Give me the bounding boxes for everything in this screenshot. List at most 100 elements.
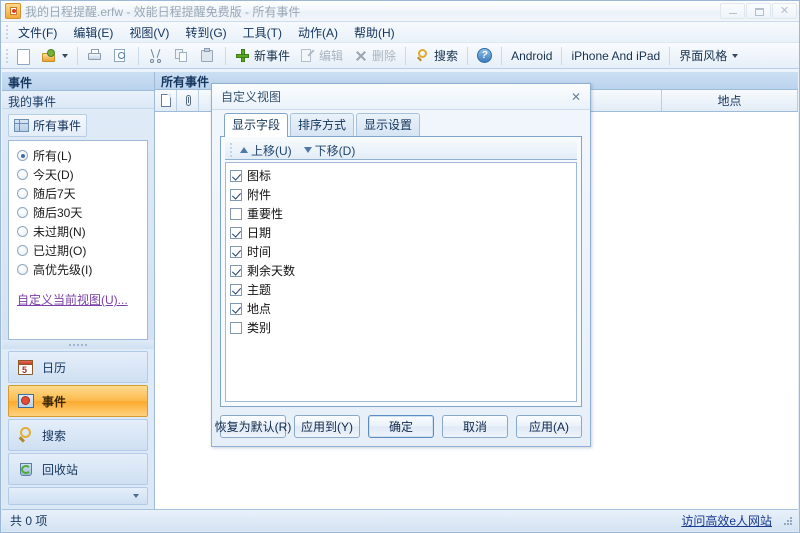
- field-label: 主题: [247, 283, 272, 297]
- new-event-button[interactable]: 新事件: [230, 46, 295, 66]
- sidebar-item-events[interactable]: 事件: [8, 385, 148, 417]
- sidebar-item-search[interactable]: 搜索: [8, 419, 148, 451]
- customize-current-view-link[interactable]: 自定义当前视图(U)...: [17, 293, 128, 307]
- new-file-button[interactable]: [10, 46, 36, 66]
- menu-edit[interactable]: 编辑(E): [65, 22, 121, 43]
- apply-to-button[interactable]: 应用到(Y): [294, 415, 360, 438]
- close-button[interactable]: ✕: [772, 3, 797, 19]
- list-item[interactable]: 重要性: [230, 204, 576, 223]
- field-order-toolbar: 上移(U) 下移(D): [225, 141, 577, 160]
- checkbox-icon[interactable]: [230, 264, 242, 277]
- minimize-button[interactable]: [720, 3, 745, 19]
- menu-file[interactable]: 文件(F): [10, 22, 65, 43]
- column-location[interactable]: 地点: [662, 90, 798, 111]
- sidebar-title: 事件: [2, 72, 154, 91]
- filter-today[interactable]: 今天(D): [9, 165, 147, 184]
- edit-event-button[interactable]: 编辑: [295, 46, 348, 66]
- column-attachment[interactable]: [177, 90, 199, 111]
- menu-grip[interactable]: [3, 24, 10, 40]
- search-button[interactable]: 搜索: [410, 46, 463, 66]
- cut-button[interactable]: [143, 46, 169, 66]
- android-button[interactable]: Android: [506, 46, 557, 66]
- filter-not-expired[interactable]: 未过期(N): [9, 222, 147, 241]
- sidebar-splitter[interactable]: [2, 340, 154, 349]
- checkbox-icon[interactable]: [230, 207, 242, 220]
- copy-icon: [174, 48, 190, 64]
- column-document[interactable]: [155, 90, 177, 111]
- dialog-title-bar: 自定义视图 ✕: [212, 84, 590, 110]
- list-item[interactable]: 类别: [230, 318, 576, 337]
- tab-sort-order[interactable]: 排序方式: [290, 113, 355, 136]
- toolbar-grip[interactable]: [3, 48, 10, 64]
- paste-button[interactable]: [195, 46, 221, 66]
- sidebar-item-recycle-bin[interactable]: 回收站: [8, 453, 148, 485]
- field-toolbar-grip[interactable]: [227, 142, 234, 158]
- print-button[interactable]: [82, 46, 108, 66]
- delete-event-button[interactable]: 删除: [348, 46, 401, 66]
- arrow-up-icon: [240, 147, 248, 153]
- filter-next-30-days[interactable]: 随后30天: [9, 203, 147, 222]
- open-folder-icon: [41, 48, 57, 64]
- field-label: 附件: [247, 188, 272, 202]
- dialog-close-button[interactable]: ✕: [566, 88, 586, 106]
- dialog-title: 自定义视图: [221, 90, 282, 104]
- iphone-ipad-button[interactable]: iPhone And iPad: [566, 46, 665, 66]
- cancel-button[interactable]: 取消: [442, 415, 508, 438]
- checkbox-icon[interactable]: [230, 169, 242, 182]
- list-item[interactable]: 主题: [230, 280, 576, 299]
- restore-defaults-button[interactable]: 恢复为默认(R): [215, 415, 291, 438]
- checkbox-icon[interactable]: [230, 302, 242, 315]
- help-button[interactable]: ?: [472, 46, 497, 66]
- sidebar-item-calendar[interactable]: 5 日历: [8, 351, 148, 383]
- menu-actions[interactable]: 动作(A): [290, 22, 346, 43]
- list-item[interactable]: 地点: [230, 299, 576, 318]
- list-item[interactable]: 日期: [230, 223, 576, 242]
- field-label: 重要性: [247, 207, 284, 221]
- checkbox-icon[interactable]: [230, 226, 242, 239]
- filter-label: 未过期(N): [33, 225, 86, 239]
- toolbar-separator: [669, 46, 671, 65]
- edit-icon: [300, 48, 316, 64]
- copy-button[interactable]: [169, 46, 195, 66]
- menu-tools[interactable]: 工具(T): [235, 22, 290, 43]
- menu-goto[interactable]: 转到(G): [177, 22, 234, 43]
- radio-icon: [17, 169, 28, 180]
- website-link[interactable]: 访问高效e人网站: [681, 512, 782, 529]
- menu-help[interactable]: 帮助(H): [346, 22, 403, 43]
- sidebar-more-button[interactable]: [8, 487, 148, 505]
- sidebar-item-label: 回收站: [42, 462, 79, 477]
- list-item[interactable]: 时间: [230, 242, 576, 261]
- open-file-button[interactable]: [36, 46, 73, 66]
- tab-display-fields[interactable]: 显示字段: [224, 113, 289, 137]
- checkbox-icon[interactable]: [230, 321, 242, 334]
- dialog-button-row: 恢复为默认(R) 应用到(Y) 确定 取消 应用(A): [215, 407, 582, 438]
- checkbox-icon[interactable]: [230, 283, 242, 296]
- filter-high-priority[interactable]: 高优先级(I): [9, 260, 147, 279]
- checkbox-icon[interactable]: [230, 188, 242, 201]
- toolbar-separator: [561, 46, 563, 65]
- search-icon: [415, 48, 431, 64]
- print-preview-button[interactable]: [108, 46, 134, 66]
- checkbox-icon[interactable]: [230, 245, 242, 258]
- ok-button[interactable]: 确定: [368, 415, 434, 438]
- menu-view[interactable]: 视图(V): [121, 22, 177, 43]
- all-events-button[interactable]: 所有事件: [8, 114, 88, 137]
- skin-button[interactable]: 界面风格: [674, 46, 743, 66]
- window-title: 我的日程提醒.erfw - 效能日程提醒免费版 - 所有事件: [25, 4, 301, 19]
- list-item[interactable]: 图标: [230, 166, 576, 185]
- move-up-button[interactable]: 上移(U): [234, 141, 298, 160]
- toolbar-separator: [77, 46, 78, 65]
- field-checkbox-list[interactable]: 图标 附件 重要性 日期 时间 剩余天数 主题 地点 类别: [225, 162, 577, 402]
- move-down-button[interactable]: 下移(D): [298, 141, 362, 160]
- tab-display-settings[interactable]: 显示设置: [356, 113, 421, 136]
- filter-expired[interactable]: 已过期(O): [9, 241, 147, 260]
- list-item[interactable]: 剩余天数: [230, 261, 576, 280]
- maximize-button[interactable]: [746, 3, 771, 19]
- radio-icon: [17, 150, 28, 161]
- customize-view-dialog: 自定义视图 ✕ 显示字段 排序方式 显示设置 上移(U) 下移(D) 图标 附件…: [211, 83, 591, 447]
- filter-next-7-days[interactable]: 随后7天: [9, 184, 147, 203]
- list-item[interactable]: 附件: [230, 185, 576, 204]
- resize-grip[interactable]: [782, 515, 794, 527]
- apply-button[interactable]: 应用(A): [516, 415, 582, 438]
- filter-all[interactable]: 所有(L): [9, 146, 147, 165]
